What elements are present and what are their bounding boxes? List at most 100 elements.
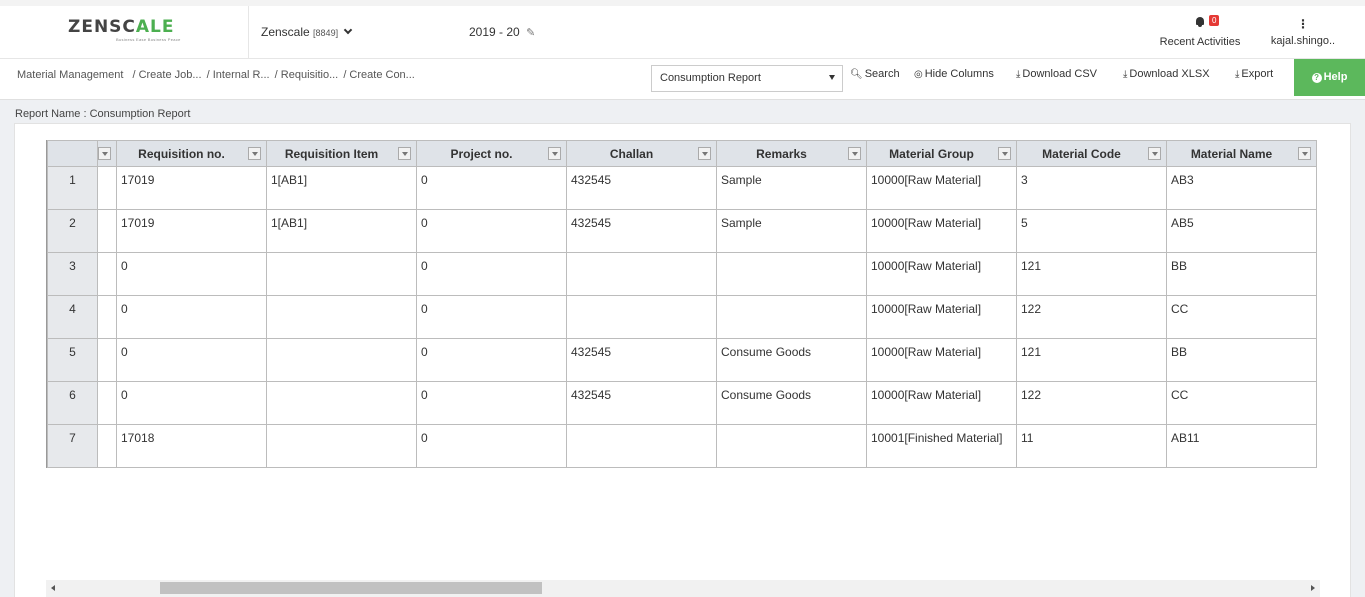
- filter-icon[interactable]: [548, 147, 561, 160]
- table-cell[interactable]: 122: [1016, 295, 1167, 339]
- breadcrumb-item[interactable]: / Create Job...: [132, 69, 201, 81]
- edit-icon[interactable]: ✎: [526, 27, 535, 39]
- column-header[interactable]: Material Name: [1166, 140, 1317, 167]
- table-row[interactable]: 7 17018 0 10001[Finished Material] 11 AB11: [47, 424, 1317, 468]
- table-cell[interactable]: BB: [1166, 252, 1317, 296]
- table-cell[interactable]: [716, 295, 867, 339]
- column-header[interactable]: Remarks: [716, 140, 867, 167]
- filter-icon[interactable]: [998, 147, 1011, 160]
- table-cell[interactable]: AB3: [1166, 166, 1317, 210]
- filter-icon[interactable]: [98, 147, 111, 160]
- table-cell[interactable]: BB: [1166, 338, 1317, 382]
- column-header[interactable]: Challan: [566, 140, 717, 167]
- table-cell[interactable]: 1[AB1]: [266, 209, 417, 253]
- table-cell[interactable]: 0: [116, 252, 267, 296]
- breadcrumb-item[interactable]: / Requisitio...: [275, 69, 339, 81]
- table-cell[interactable]: 0: [116, 338, 267, 382]
- column-header[interactable]: Material Code: [1016, 140, 1167, 167]
- scroll-left-icon[interactable]: [51, 585, 55, 591]
- company-selector[interactable]: Zenscale [8849]: [261, 25, 353, 39]
- table-row[interactable]: 5 0 0 432545 Consume Goods 10000[Raw Material…: [47, 338, 1317, 382]
- column-header[interactable]: Material Group: [866, 140, 1017, 167]
- table-cell[interactable]: AB11: [1166, 424, 1317, 468]
- table-cell[interactable]: 0: [416, 381, 567, 425]
- table-cell[interactable]: 11: [1016, 424, 1167, 468]
- table-cell[interactable]: [266, 381, 417, 425]
- fiscal-year-selector[interactable]: 2019 - 20 ✎: [469, 25, 535, 39]
- table-row[interactable]: 1 17019 1[AB1] 0 432545 Sample 10000[Raw Mater…: [47, 166, 1317, 210]
- table-cell[interactable]: 0: [416, 338, 567, 382]
- table-cell[interactable]: 1[AB1]: [266, 166, 417, 210]
- table-cell[interactable]: 432545: [566, 338, 717, 382]
- table-cell[interactable]: [716, 424, 867, 468]
- table-cell[interactable]: Consume Goods: [716, 381, 867, 425]
- table-cell[interactable]: 10000[Raw Material]: [866, 295, 1017, 339]
- table-cell[interactable]: 3: [1016, 166, 1167, 210]
- table-cell[interactable]: 17018: [116, 424, 267, 468]
- table-cell[interactable]: [566, 295, 717, 339]
- table-row[interactable]: 3 0 0 10000[Raw Material] 121 BB: [47, 252, 1317, 296]
- download-xlsx-button[interactable]: ⤓ Download XLSX: [1123, 68, 1210, 80]
- row-selector-cell[interactable]: [97, 338, 117, 382]
- table-cell[interactable]: 0: [416, 424, 567, 468]
- help-button[interactable]: ? Help: [1294, 59, 1365, 96]
- table-cell[interactable]: [266, 252, 417, 296]
- recent-activities-button[interactable]: Recent Activities: [1150, 14, 1250, 48]
- table-cell[interactable]: 10000[Raw Material]: [866, 381, 1017, 425]
- table-cell[interactable]: Sample: [716, 209, 867, 253]
- breadcrumb-item[interactable]: / Create Con...: [343, 69, 415, 81]
- table-cell[interactable]: 0: [416, 209, 567, 253]
- row-selector-cell[interactable]: [97, 166, 117, 210]
- table-cell[interactable]: 10001[Finished Material]: [866, 424, 1017, 468]
- horizontal-scrollbar[interactable]: [46, 580, 1320, 597]
- table-cell[interactable]: 10000[Raw Material]: [866, 209, 1017, 253]
- row-selector-cell[interactable]: [97, 209, 117, 253]
- table-cell[interactable]: CC: [1166, 381, 1317, 425]
- table-cell[interactable]: 432545: [566, 166, 717, 210]
- row-selector-cell[interactable]: [97, 381, 117, 425]
- table-cell[interactable]: 0: [116, 295, 267, 339]
- table-cell[interactable]: Sample: [716, 166, 867, 210]
- table-cell[interactable]: 432545: [566, 381, 717, 425]
- column-header-selector[interactable]: [97, 140, 117, 167]
- table-cell[interactable]: 10000[Raw Material]: [866, 252, 1017, 296]
- table-cell[interactable]: 432545: [566, 209, 717, 253]
- filter-icon[interactable]: [848, 147, 861, 160]
- column-header[interactable]: Requisition Item: [266, 140, 417, 167]
- export-button[interactable]: ⤓ Export: [1235, 68, 1273, 80]
- column-header[interactable]: Project no.: [416, 140, 567, 167]
- table-cell[interactable]: CC: [1166, 295, 1317, 339]
- table-row[interactable]: 2 17019 1[AB1] 0 432545 Sample 10000[Raw Mater…: [47, 209, 1317, 253]
- table-cell[interactable]: [266, 338, 417, 382]
- filter-icon[interactable]: [1298, 147, 1311, 160]
- table-cell[interactable]: [266, 295, 417, 339]
- breadcrumb-item[interactable]: / Internal R...: [207, 69, 270, 81]
- table-cell[interactable]: [266, 424, 417, 468]
- table-cell[interactable]: 17019: [116, 209, 267, 253]
- row-selector-cell[interactable]: [97, 252, 117, 296]
- table-cell[interactable]: [566, 252, 717, 296]
- table-cell[interactable]: 121: [1016, 338, 1167, 382]
- download-csv-button[interactable]: ⤓ Download CSV: [1016, 68, 1097, 80]
- row-selector-cell[interactable]: [97, 424, 117, 468]
- table-cell[interactable]: 0: [116, 381, 267, 425]
- report-select[interactable]: Consumption Report: [651, 65, 843, 92]
- table-cell[interactable]: 17019: [116, 166, 267, 210]
- search-button[interactable]: 🔍︎ Search: [850, 68, 900, 80]
- scrollbar-thumb[interactable]: [160, 582, 542, 594]
- table-cell[interactable]: 121: [1016, 252, 1167, 296]
- hide-columns-button[interactable]: ◎ Hide Columns: [914, 68, 994, 80]
- table-cell[interactable]: AB5: [1166, 209, 1317, 253]
- table-row[interactable]: 6 0 0 432545 Consume Goods 10000[Raw Material…: [47, 381, 1317, 425]
- table-cell[interactable]: 122: [1016, 381, 1167, 425]
- scroll-right-icon[interactable]: [1311, 585, 1315, 591]
- filter-icon[interactable]: [248, 147, 261, 160]
- table-cell[interactable]: 0: [416, 252, 567, 296]
- filter-icon[interactable]: [698, 147, 711, 160]
- table-cell[interactable]: 10000[Raw Material]: [866, 338, 1017, 382]
- user-menu[interactable]: ⋮ kajal.shingo..: [1268, 14, 1338, 47]
- zenscale-logo[interactable]: ZENSCALE Business Ease Business Peace: [68, 18, 188, 50]
- breadcrumb-item[interactable]: Material Management: [17, 69, 123, 81]
- table-cell[interactable]: 0: [416, 295, 567, 339]
- column-header[interactable]: Requisition no.: [116, 140, 267, 167]
